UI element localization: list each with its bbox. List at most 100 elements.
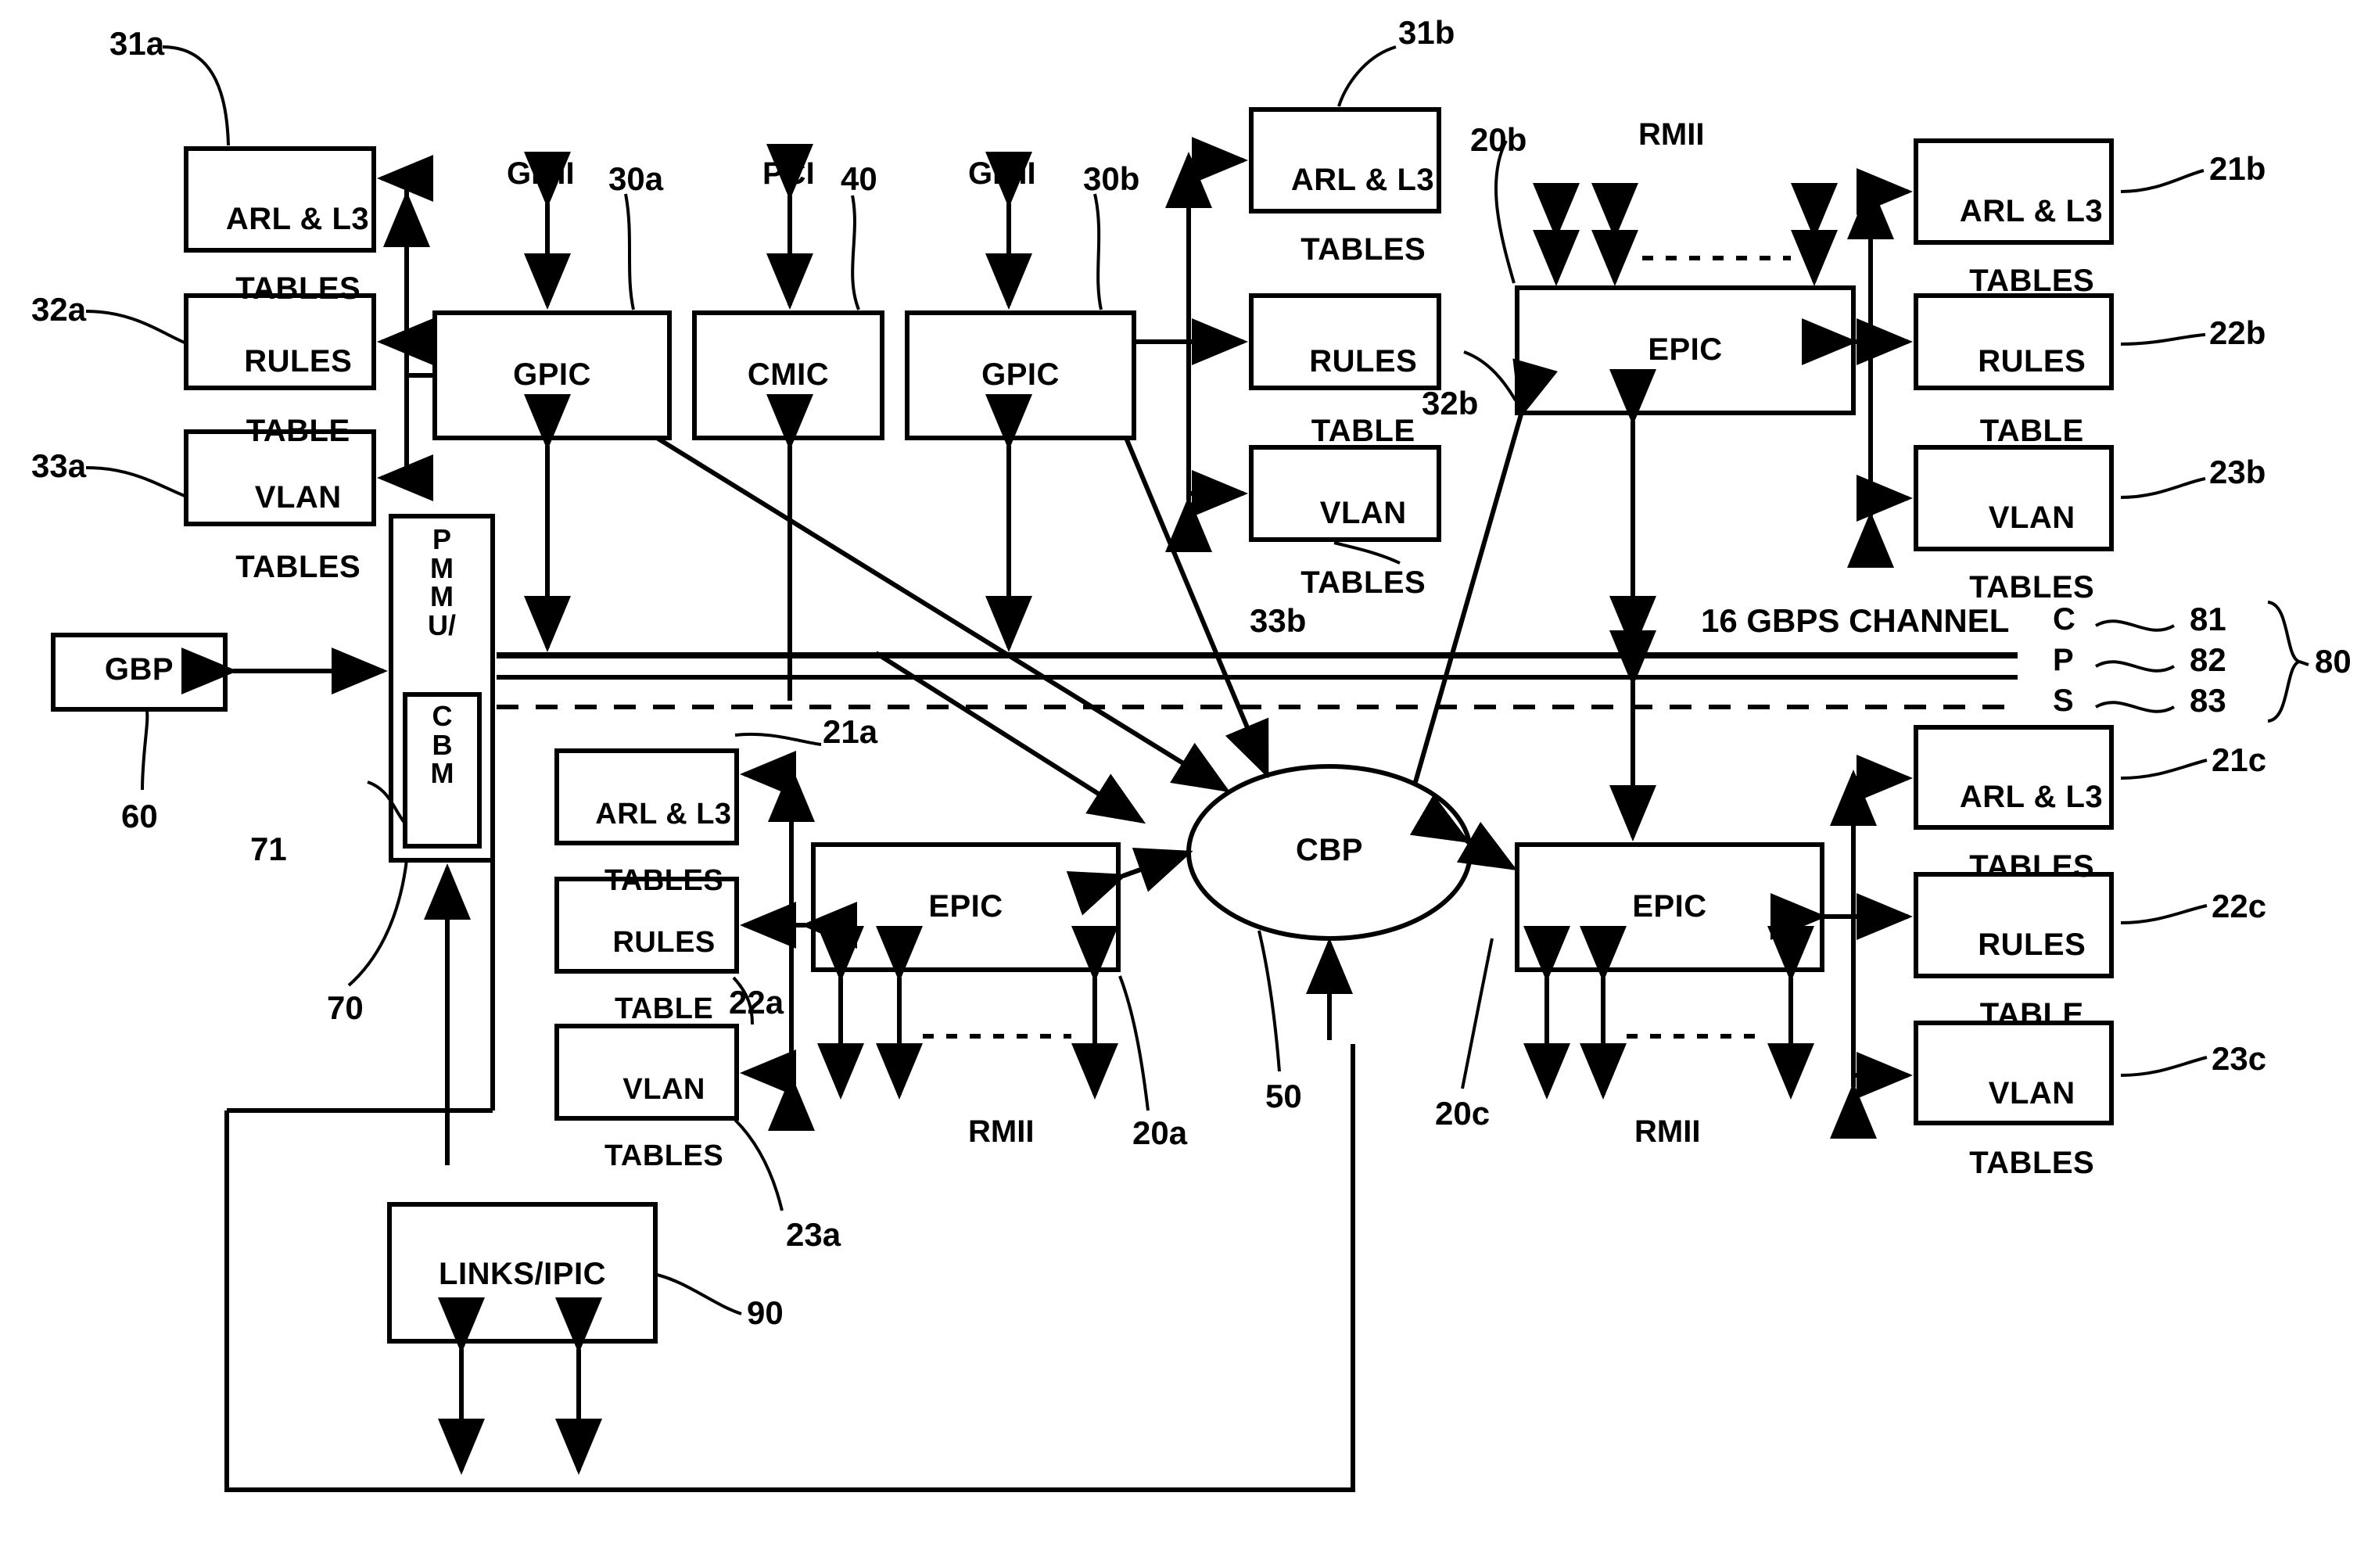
- label-gpic-30a: GPIC: [513, 357, 591, 392]
- rules-32a-line2: TABLE: [246, 414, 350, 449]
- leader-21a: [734, 732, 822, 746]
- vlan-33a-line2: TABLES: [235, 550, 361, 585]
- arrow-cbp-epic20c: [1409, 794, 1518, 871]
- leader-90: [656, 1273, 742, 1315]
- rules-32b-line1: RULES: [1309, 343, 1418, 379]
- arl-l3-31b-line2: TABLES: [1300, 232, 1426, 267]
- arl-l3-21b-line1: ARL & L3: [1959, 193, 2104, 228]
- leader-60: [141, 711, 149, 791]
- ref-82: 82: [2190, 641, 2226, 678]
- leader-23a: [734, 1118, 784, 1211]
- rules-22b-line2: TABLE: [1979, 414, 2084, 449]
- ref-20c: 20c: [1435, 1095, 1491, 1132]
- ref-21c: 21c: [2212, 741, 2267, 778]
- leader-33a: [85, 466, 185, 497]
- label-gpic-30b: GPIC: [981, 357, 1060, 392]
- arrow-gpic30a-to-vlan33a: [377, 375, 433, 501]
- arl-l3-21c-line2: TABLES: [1969, 849, 2095, 884]
- arl-l3-21c-line1: ARL & L3: [1959, 779, 2104, 814]
- brace-80: [2267, 601, 2305, 723]
- rules-22c-line2: TABLE: [1979, 997, 2084, 1032]
- label-cbp-50: CBP: [1296, 833, 1363, 867]
- ref-32b: 32b: [1422, 385, 1479, 422]
- leader-40: [851, 195, 860, 310]
- vlan-33a-line1: VLAN: [254, 479, 342, 515]
- arrow-epic20a-cbp: [1066, 847, 1193, 916]
- ref-70: 70: [327, 989, 364, 1026]
- arrow-gpic30a-to-cbp: [655, 436, 1231, 793]
- label-vlan-33a: VLAN TABLES: [186, 445, 374, 620]
- ref-83: 83: [2190, 682, 2226, 719]
- leader-21c: [2120, 759, 2208, 780]
- label-pci: PCI: [762, 156, 815, 191]
- leader-50: [1257, 930, 1281, 1072]
- ref-30a: 30a: [608, 160, 664, 197]
- arrow-epic20a-to-vlan23a: [740, 797, 796, 1096]
- vlan-33b-line2: TABLES: [1300, 565, 1426, 601]
- vlan-33b-line1: VLAN: [1319, 495, 1407, 530]
- leader-70: [347, 859, 408, 987]
- label-rules-32b: RULES TABLE: [1251, 309, 1439, 484]
- ref-22c: 22c: [2212, 888, 2267, 924]
- ref-60: 60: [121, 798, 158, 834]
- ref-31b: 31b: [1398, 14, 1455, 51]
- leader-23c: [2120, 1056, 2208, 1077]
- label-rmii-top-right: RMII: [1638, 117, 1705, 152]
- ref-23b: 23b: [2209, 454, 2266, 490]
- leader-83: [2095, 701, 2175, 713]
- rules-22c-line1: RULES: [1978, 927, 2086, 962]
- arrow-epic20a-to-arl21a: [740, 751, 796, 798]
- leader-71: [367, 780, 408, 827]
- leader-20a: [1118, 975, 1150, 1111]
- arl-l3-21a-line1: ARL & L3: [595, 797, 732, 831]
- ref-80: 80: [2315, 643, 2352, 680]
- rules-22a-line1: RULES: [612, 925, 716, 959]
- ref-81: 81: [2190, 601, 2226, 637]
- label-gbp-60: GBP: [104, 652, 174, 687]
- ref-33b: 33b: [1250, 602, 1307, 639]
- label-arl-l3-21b: ARL & L3 TABLES: [1916, 159, 2111, 334]
- leader-30b: [1093, 193, 1103, 310]
- label-rmii-bottom-right: RMII: [1634, 1114, 1701, 1149]
- label-cmic-40: CMIC: [747, 357, 830, 392]
- ref-23c: 23c: [2212, 1040, 2267, 1077]
- ref-21a: 21a: [823, 713, 878, 750]
- ref-31a: 31a: [109, 25, 165, 62]
- leader-22b: [2120, 333, 2206, 346]
- rules-22a-line2: TABLE: [614, 992, 714, 1025]
- leader-31b: [1337, 45, 1397, 107]
- ref-90: 90: [747, 1294, 784, 1331]
- rules-32b-line2: TABLE: [1311, 414, 1415, 449]
- vlan-23a-line2: TABLES: [604, 1139, 724, 1172]
- leader-31a: [162, 45, 230, 146]
- label-epic-20c: EPIC: [1632, 889, 1707, 924]
- label-pmmu-70: P M M U/: [428, 523, 456, 642]
- label-channel-lane-s: S: [2053, 684, 2074, 718]
- vlan-23b-line1: VLAN: [1988, 500, 2075, 535]
- ref-33a: 33a: [31, 447, 87, 484]
- leader-22c: [2120, 904, 2208, 924]
- patent-figure-canvas: ARL & L3 TABLES RULES TABLE VLAN TABLES …: [0, 0, 2357, 1568]
- label-channel-lane-c: C: [2053, 602, 2075, 637]
- label-rules-22b: RULES TABLE: [1916, 309, 2111, 484]
- arl-l3-31a-line2: TABLES: [235, 271, 361, 307]
- vlan-23c-line2: TABLES: [1969, 1146, 2095, 1181]
- arrow-gpic30b-to-vlan33b: [1186, 225, 1248, 517]
- label-rmii-bottom-left: RMII: [968, 1114, 1035, 1149]
- ref-71: 71: [250, 831, 287, 867]
- leader-80: [2298, 660, 2309, 666]
- label-arl-l3-31b: ARL & L3 TABLES: [1251, 127, 1439, 303]
- ref-23a: 23a: [786, 1216, 841, 1253]
- leader-32a: [85, 310, 185, 344]
- leader-23b: [2120, 477, 2206, 499]
- leader-20c: [1461, 938, 1494, 1089]
- leader-82: [2095, 660, 2175, 673]
- ref-40: 40: [841, 160, 877, 197]
- arl-l3-21b-line2: TABLES: [1969, 264, 2095, 299]
- label-vlan-23c: VLAN TABLES: [1916, 1041, 2111, 1216]
- rules-22b-line1: RULES: [1978, 343, 2086, 379]
- arrow-gpic30a-to-rules32a: [377, 318, 433, 375]
- label-gmii-left: GMII: [507, 156, 575, 191]
- label-vlan-23a: VLAN TABLES: [557, 1039, 737, 1206]
- leader-30a: [624, 193, 635, 310]
